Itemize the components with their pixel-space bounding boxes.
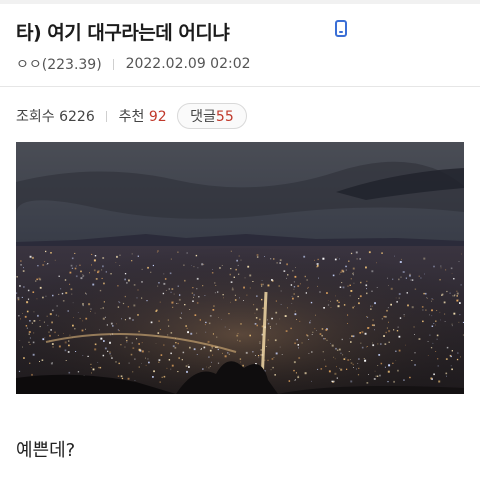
stats-separator xyxy=(106,110,108,122)
views-stat: 조회수 6226 xyxy=(16,106,95,126)
post-datetime: 2022.02.09 02:02 xyxy=(125,56,251,72)
views-label: 조회수 xyxy=(16,109,55,125)
post-title: 타) 여기 대구라는데 어디냐 xyxy=(16,22,230,44)
city-night-view-image xyxy=(16,142,464,394)
top-divider xyxy=(0,0,480,4)
author-name[interactable]: ㅇㅇ(223.39) xyxy=(16,54,102,74)
post-stats: 조회수 6226 추천 92 댓글55 xyxy=(16,103,247,129)
comments-label: 댓글 xyxy=(190,109,216,125)
comments-button[interactable]: 댓글55 xyxy=(177,103,247,129)
recommend-stat: 추천 92 xyxy=(119,106,167,126)
post-header: 타) 여기 대구라는데 어디냐 xyxy=(16,18,466,46)
header-divider xyxy=(0,86,480,87)
meta-separator xyxy=(113,58,115,70)
post-body: 예쁜데? xyxy=(16,440,76,461)
post-meta: ㅇㅇ(223.39) 2022.02.09 02:02 xyxy=(16,54,251,74)
recommend-count: 92 xyxy=(148,109,167,125)
views-count: 6226 xyxy=(59,109,95,125)
recommend-label: 추천 xyxy=(118,109,145,125)
post-photo[interactable] xyxy=(16,142,464,394)
mobile-phone-icon xyxy=(335,20,347,37)
comments-count: 55 xyxy=(215,109,234,125)
